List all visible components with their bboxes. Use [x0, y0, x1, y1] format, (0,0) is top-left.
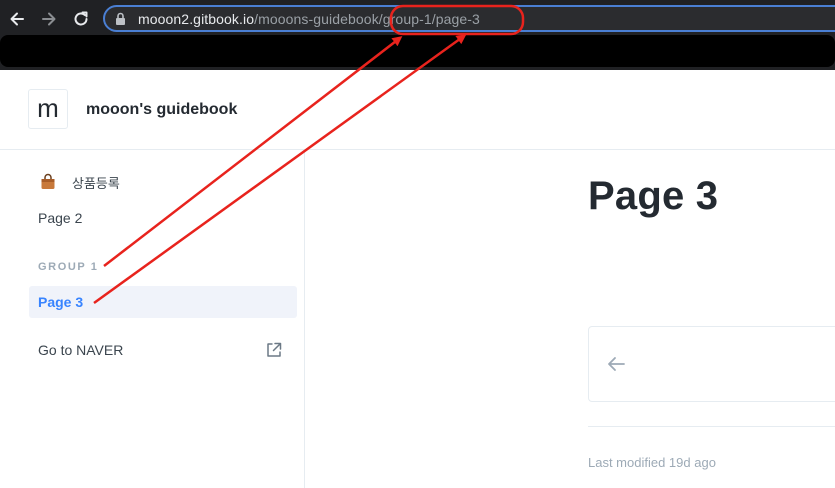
sidebar-item-label: 상품등록 — [72, 175, 120, 191]
address-bar[interactable]: mooon2.gitbook.io/mooons-guidebook/group… — [103, 5, 835, 32]
sidebar-item-label: Page 3 — [38, 294, 84, 310]
sidebar-item-label: Page 2 — [38, 210, 83, 226]
shopping-bag-emoji-icon — [38, 172, 58, 192]
sidebar-group-label: GROUP 1 — [38, 261, 99, 273]
screenshot-stage: mooon2.gitbook.io/mooons-guidebook/group… — [0, 0, 835, 488]
bookmarks-bar — [0, 35, 835, 67]
page-title: Page 3 — [588, 174, 719, 218]
url-path: /mooons-guidebook/group-1/page-3 — [254, 11, 480, 27]
space-title[interactable]: mooon's guidebook — [86, 101, 237, 119]
main-content: Page 3 Last modified 19d ago — [306, 150, 835, 488]
external-link-icon — [267, 342, 282, 357]
sidebar-item-label: Go to NAVER — [38, 342, 124, 358]
space-logo[interactable]: m — [28, 89, 68, 129]
forward-button[interactable] — [38, 8, 60, 30]
logo-letter: m — [37, 92, 59, 123]
content-divider — [588, 426, 835, 427]
back-arrow-icon — [10, 12, 24, 26]
site-header: m mooon's guidebook — [0, 70, 835, 150]
browser-toolbar: mooon2.gitbook.io/mooons-guidebook/group… — [0, 0, 835, 70]
last-modified-text: Last modified 19d ago — [588, 455, 716, 470]
sidebar-item-page-2[interactable]: Page 2 — [29, 202, 297, 234]
url-host: mooon2.gitbook.io — [138, 11, 255, 27]
url-text: mooon2.gitbook.io/mooons-guidebook/group… — [138, 11, 480, 27]
forward-arrow-icon — [42, 12, 56, 26]
previous-page-card[interactable] — [588, 326, 835, 402]
lock-icon — [116, 12, 125, 25]
sidebar: 상품등록 Page 2 GROUP 1 Page 3 Go to NAVER — [0, 150, 305, 488]
reload-button[interactable] — [70, 8, 92, 30]
back-button[interactable] — [6, 8, 28, 30]
left-arrow-icon — [608, 357, 625, 371]
reload-icon — [74, 11, 88, 26]
sidebar-link-go-to-naver[interactable]: Go to NAVER — [29, 334, 297, 366]
sidebar-item-page-3[interactable]: Page 3 — [29, 286, 297, 318]
sidebar-item-product-registration[interactable]: 상품등록 — [29, 166, 297, 198]
